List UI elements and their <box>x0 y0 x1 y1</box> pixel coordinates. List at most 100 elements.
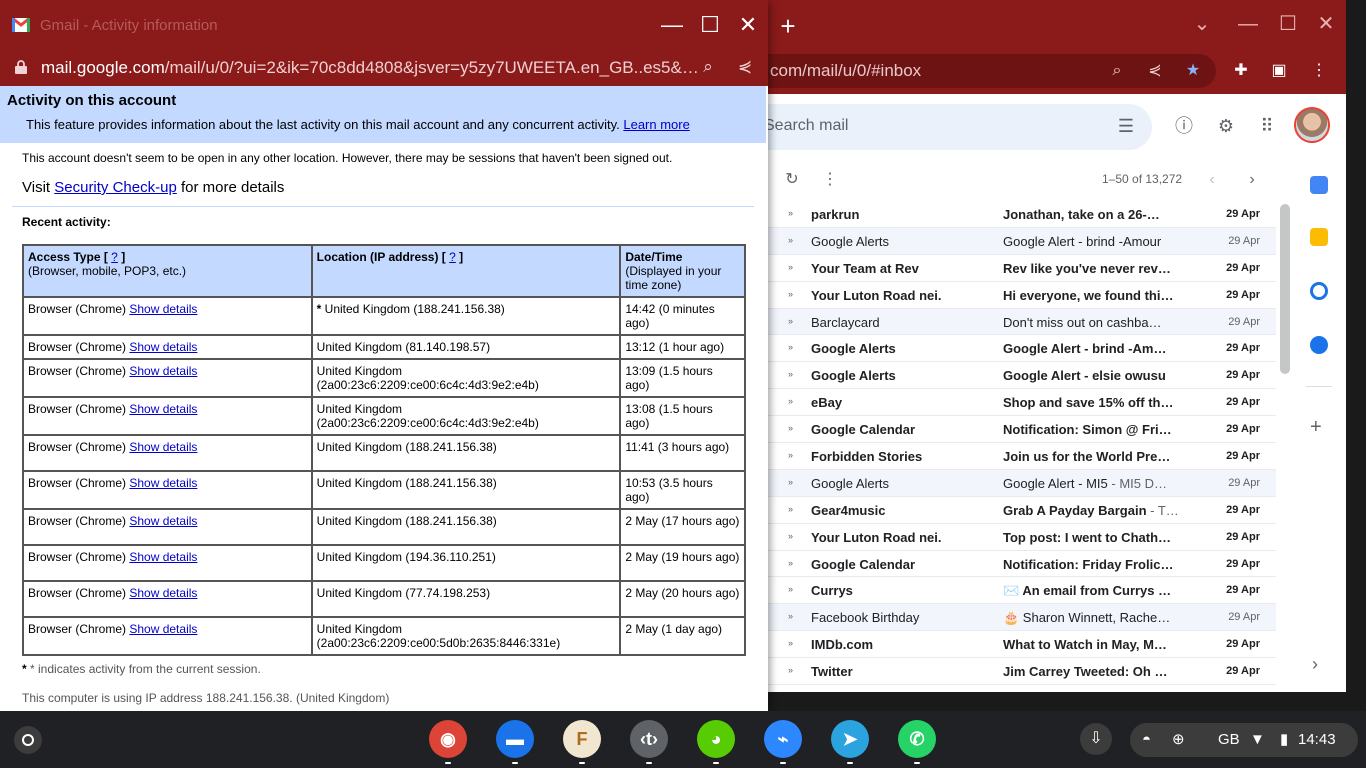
list-item[interactable]: » IMDb.com What to Watch in May, M… 29 Apr <box>768 631 1276 659</box>
list-item[interactable]: » eBay Shop and save 15% off th… 29 Apr <box>768 389 1276 417</box>
new-tab-button[interactable]: + <box>774 12 802 40</box>
popup-addressbar[interactable]: mail.google.com/mail/u/0/?ui=2&ik=70c8dd… <box>0 50 768 86</box>
telegram-icon[interactable]: ➤ <box>831 720 869 758</box>
minimize-icon[interactable]: — <box>1236 12 1260 36</box>
list-item[interactable]: » Google Calendar Notification: Friday Fro… <box>768 550 1276 578</box>
important-marker-icon[interactable]: » <box>788 396 793 406</box>
refresh-icon[interactable]: ↻ <box>780 168 804 192</box>
keyboard-layout[interactable]: GB <box>1218 730 1240 750</box>
whatsapp-icon[interactable]: ✆ <box>898 720 936 758</box>
important-marker-icon[interactable]: » <box>788 477 793 487</box>
list-item[interactable]: » Your Luton Road nei. Hi everyone, we fou… <box>768 281 1276 309</box>
contacts-icon[interactable] <box>1310 336 1328 354</box>
list-item[interactable]: » Your Luton Road nei. Top post: I went to… <box>768 523 1276 551</box>
list-item[interactable]: » Google Alerts Google Alert - brind -Am… 2… <box>768 335 1276 363</box>
list-item[interactable]: » Your Team at Rev Rev like you've never r… <box>768 254 1276 282</box>
bookmark-star-icon[interactable]: ★ <box>1182 60 1204 82</box>
important-marker-icon[interactable]: » <box>788 235 793 245</box>
settings-gear-icon[interactable]: ⚙ <box>1214 114 1238 138</box>
important-marker-icon[interactable]: » <box>788 504 793 514</box>
important-marker-icon[interactable]: » <box>788 558 793 568</box>
search-bar[interactable]: Search mail ☰ <box>720 104 1152 150</box>
list-item[interactable]: » parkrun Jonathan, take on a 26-… 29 Apr <box>768 201 1276 228</box>
battery-icon[interactable]: ▮ <box>1280 730 1288 750</box>
files-icon[interactable]: ▬ <box>496 720 534 758</box>
add-addon-icon[interactable]: + <box>1310 416 1322 439</box>
status-tray[interactable]: ◓ ⊕ GB ▼ ▮ 14:43 <box>1130 723 1358 757</box>
important-marker-icon[interactable]: » <box>788 611 793 621</box>
close-icon[interactable]: ✕ <box>1314 12 1338 36</box>
list-item[interactable]: » Currys ✉️ An email from Currys … 29 Apr <box>768 577 1276 605</box>
tasks-icon[interactable] <box>1310 282 1328 300</box>
important-marker-icon[interactable]: » <box>788 584 793 594</box>
more-options-icon[interactable]: ⋮ <box>818 168 842 192</box>
fiverr-app-icon[interactable]: F <box>563 720 601 758</box>
show-details-link[interactable]: Show details <box>129 550 197 564</box>
chrome-icon[interactable]: ◉ <box>429 720 467 758</box>
show-details-link[interactable]: Show details <box>129 622 197 636</box>
important-marker-icon[interactable]: » <box>788 638 793 648</box>
share-icon[interactable]: ⋞ <box>734 56 756 78</box>
text-editor-icon[interactable]: ‹t› <box>630 720 668 758</box>
menu-icon[interactable]: ⋮ <box>1308 60 1330 82</box>
scrollbar[interactable] <box>1280 204 1290 374</box>
omnibox[interactable]: com/mail/u/0/#inbox ⌕ ⋞ ★ <box>760 54 1216 88</box>
search-options-icon[interactable]: ☰ <box>1118 116 1134 137</box>
important-marker-icon[interactable]: » <box>788 531 793 541</box>
clock[interactable]: 14:43 <box>1298 730 1336 750</box>
security-checkup-link[interactable]: Security Check-up <box>54 179 177 196</box>
list-item[interactable]: » Facebook Birthday 🎂 Sharon Winnett, Rach… <box>768 604 1276 632</box>
show-details-link[interactable]: Show details <box>129 402 197 416</box>
list-item[interactable]: » Google Calendar Notification: Simon @ Fr… <box>768 416 1276 444</box>
access-type-help-link[interactable]: ? <box>111 250 118 264</box>
lock-icon[interactable] <box>14 60 28 74</box>
close-icon[interactable]: ✕ <box>736 13 760 37</box>
expand-panel-icon[interactable]: › <box>1312 654 1318 675</box>
list-item[interactable]: » Google Alerts Google Alert - elsie owusu… <box>768 362 1276 390</box>
show-details-link[interactable]: Show details <box>129 440 197 454</box>
list-item[interactable]: » Barclaycard Don't miss out on cashba… 29 … <box>768 308 1276 336</box>
important-marker-icon[interactable]: » <box>788 208 793 218</box>
important-marker-icon[interactable]: » <box>788 262 793 272</box>
wifi-icon[interactable]: ▼ <box>1250 730 1265 750</box>
minimize-icon[interactable]: — <box>660 13 684 37</box>
tab-search-icon[interactable]: ⌄ <box>1190 12 1214 36</box>
next-page-icon[interactable]: › <box>1240 168 1264 192</box>
important-marker-icon[interactable]: » <box>788 289 793 299</box>
zoom-icon[interactable]: ⌕ <box>697 56 719 78</box>
maximize-icon[interactable]: ☐ <box>698 13 722 37</box>
list-item[interactable]: » Twitter Jim Carrey Tweeted: Oh … 29 Apr <box>768 658 1276 686</box>
prev-page-icon[interactable]: ‹ <box>1200 168 1224 192</box>
learn-more-link[interactable]: Learn more <box>623 117 689 132</box>
side-panel-icon[interactable]: ▣ <box>1268 60 1290 82</box>
calendar-icon[interactable] <box>1310 176 1328 194</box>
help-icon[interactable]: ⓘ <box>1172 114 1196 138</box>
share-icon[interactable]: ⋞ <box>1144 60 1166 82</box>
show-details-link[interactable]: Show details <box>129 302 197 316</box>
add-circle-icon[interactable]: ⊕ <box>1172 730 1185 750</box>
show-details-link[interactable]: Show details <box>129 586 197 600</box>
important-marker-icon[interactable]: » <box>788 423 793 433</box>
location-help-link[interactable]: ? <box>449 250 456 264</box>
maximize-icon[interactable]: ☐ <box>1276 12 1300 36</box>
important-marker-icon[interactable]: » <box>788 665 793 675</box>
show-details-link[interactable]: Show details <box>129 340 197 354</box>
zoom-icon[interactable]: ⌕ <box>1106 60 1128 82</box>
extensions-icon[interactable]: ✚ <box>1230 60 1252 82</box>
important-marker-icon[interactable]: » <box>788 316 793 326</box>
list-item[interactable]: » Google Alerts Google Alert - MI5 - MI5 D… <box>768 469 1276 497</box>
important-marker-icon[interactable]: » <box>788 450 793 460</box>
holding-space-icon[interactable]: ⇩ <box>1080 723 1112 755</box>
launcher-icon[interactable] <box>14 726 42 754</box>
apps-grid-icon[interactable]: ⠿ <box>1255 114 1279 138</box>
show-details-link[interactable]: Show details <box>129 476 197 490</box>
show-details-link[interactable]: Show details <box>129 364 197 378</box>
keep-icon[interactable] <box>1310 228 1328 246</box>
important-marker-icon[interactable]: » <box>788 369 793 379</box>
duolingo-icon[interactable]: ◕ <box>697 720 735 758</box>
messenger-icon[interactable]: ⌁ <box>764 720 802 758</box>
list-item[interactable]: » Google Alerts Google Alert - brind -Amou… <box>768 227 1276 255</box>
important-marker-icon[interactable]: » <box>788 342 793 352</box>
list-item[interactable]: » Forbidden Stories Join us for the World … <box>768 443 1276 470</box>
vpn-icon[interactable]: ◓ <box>1142 730 1151 750</box>
